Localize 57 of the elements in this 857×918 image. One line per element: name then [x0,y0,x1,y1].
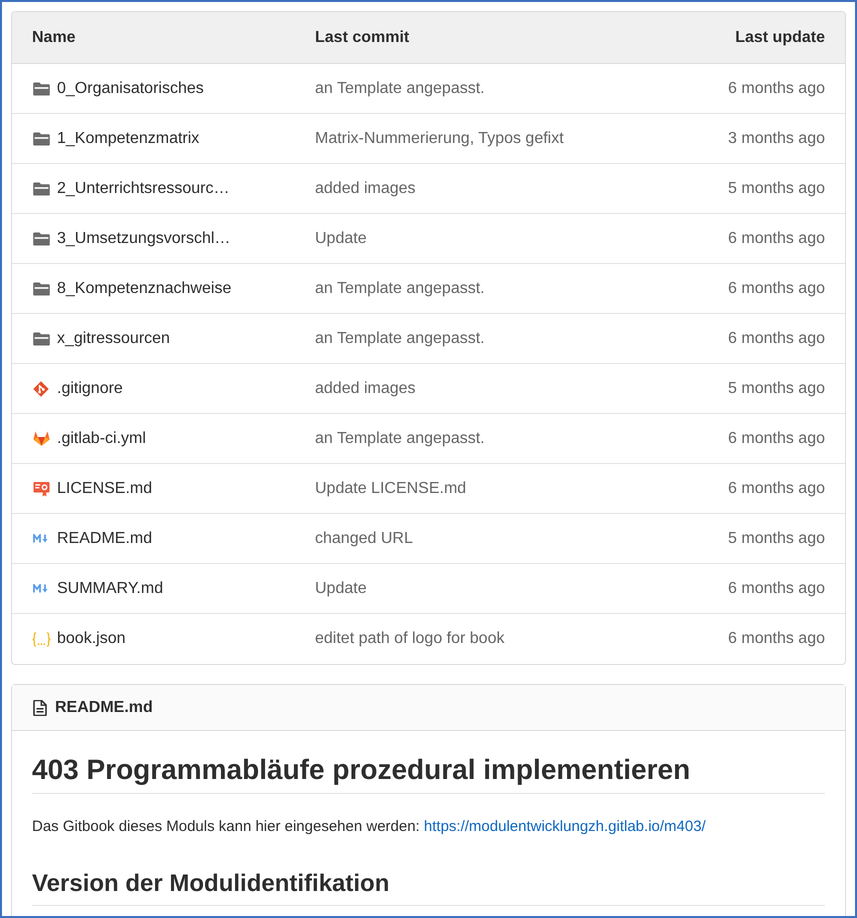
file-name-link[interactable]: 8_Kompetenznachweise [57,276,232,300]
commit-message-link[interactable]: added images [315,176,416,200]
folder-icon [32,282,50,296]
document-icon [33,700,47,716]
column-header: Name [32,28,77,48]
file-name-link[interactable]: 3_Umsetzungsvorschl… [57,226,230,250]
file-name-link[interactable]: x_gitressourcen [57,326,170,350]
commit-message-link[interactable]: added images [315,376,416,400]
file-name-link[interactable]: README.md [57,526,152,550]
commit-message-link[interactable]: an Template angepasst. [315,326,485,350]
last-update-time: 6 months ago [728,228,825,248]
last-update-time: 6 months ago [728,278,825,298]
gitbook-url-link[interactable]: https://modulentwicklungzh.gitlab.io/m403/ [424,818,706,835]
column-header: Last update [735,28,825,48]
commit-message-link[interactable]: Update [315,226,367,250]
folder-icon [32,132,50,146]
file-name-link[interactable]: 2_Unterrichtsressourc… [57,176,230,200]
column-header: Last commit [315,28,410,48]
braces-icon [32,632,50,646]
last-update-time: 6 months ago [728,428,825,448]
readme-filename: README.md [55,698,153,718]
last-update-time: 6 months ago [728,478,825,498]
fox-head-icon [32,431,50,446]
file-name-link[interactable]: book.json [57,627,126,651]
file-name-link[interactable]: .gitlab-ci.yml [57,426,146,450]
certificate-icon [32,480,50,496]
last-update-time: 5 months ago [728,378,825,398]
file-name-link[interactable]: SUMMARY.md [57,576,164,600]
commit-message-link[interactable]: an Template angepasst. [315,426,485,450]
readme-section-heading: Version der Modulidentifikation [32,869,390,899]
folder-icon [32,332,50,346]
file-name-link[interactable]: LICENSE.md [57,476,152,500]
last-update-time: 6 months ago [728,328,825,348]
readme-title: 403 Programmabläufe prozedural implementieren [32,753,692,787]
commit-message-link[interactable]: editet path of logo for book [315,627,504,651]
last-update-time: 3 months ago [728,128,825,148]
folder-icon [32,182,50,196]
file-name-link[interactable]: 1_Kompetenzmatrix [57,126,200,150]
folder-icon [32,232,50,246]
markdown-icon [33,584,49,593]
commit-message-link[interactable]: Matrix-Nummerierung, Typos gefixt [315,126,564,150]
commit-message-link[interactable]: Update [315,576,367,600]
last-update-time: 6 months ago [728,578,825,598]
commit-message-link[interactable]: changed URL [315,526,413,550]
commit-message-link[interactable]: Update LICENSE.md [315,476,466,500]
folder-icon [32,82,50,96]
file-name-link[interactable]: .gitignore [57,376,123,400]
last-update-time: 6 months ago [728,629,825,649]
last-update-time: 5 months ago [728,528,825,548]
commit-message-link[interactable]: an Template angepasst. [315,76,485,100]
markdown-icon [33,534,49,543]
diamond-branch-icon [33,380,49,396]
last-update-time: 5 months ago [728,178,825,198]
readme-paragraph: Das Gitbook dieses Moduls kann hier eingesehen werden: https://modulentwicklungzh.gitlab.io/m403/ [32,817,707,837]
commit-message-link[interactable]: an Template angepasst. [315,276,485,300]
file-name-link[interactable]: 0_Organisatorisches [57,76,204,100]
last-update-time: 6 months ago [728,78,825,98]
